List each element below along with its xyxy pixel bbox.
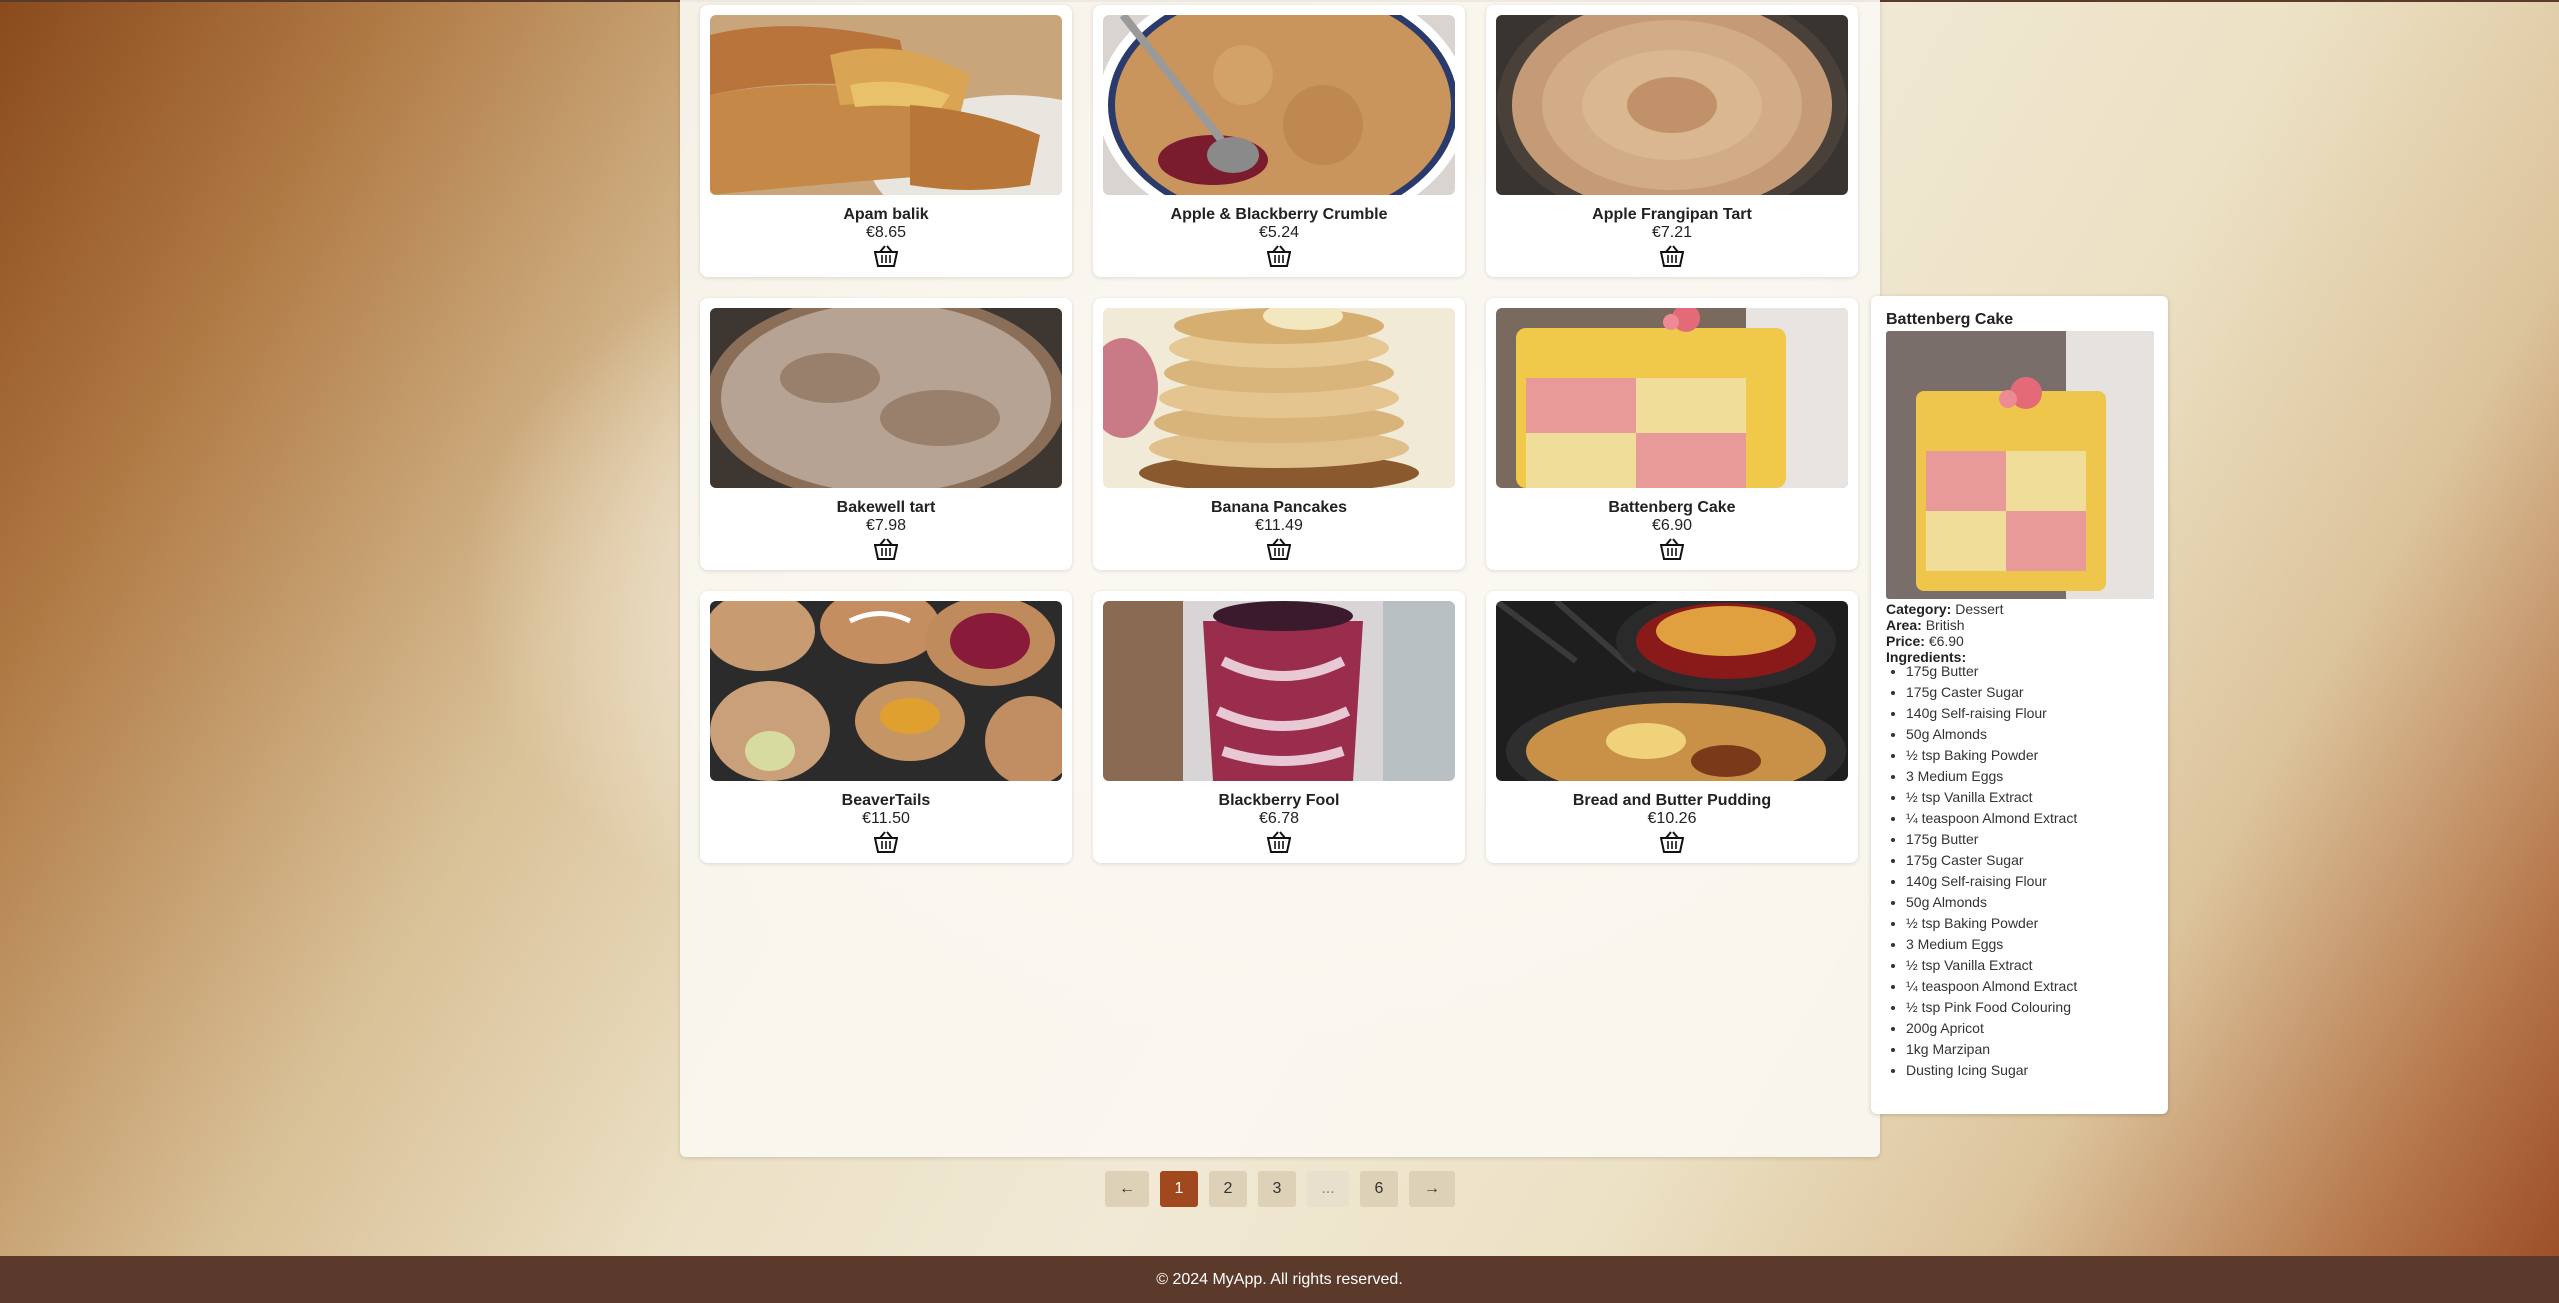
product-price: €6.78 bbox=[1258, 810, 1300, 827]
product-card[interactable]: Bread and Butter Pudding €10.26 bbox=[1486, 591, 1858, 863]
product-image bbox=[710, 15, 1062, 195]
product-card[interactable]: Battenberg Cake €6.90 bbox=[1486, 298, 1858, 570]
product-card[interactable]: Apple Frangipan Tart €7.21 bbox=[1486, 5, 1858, 277]
product-name[interactable]: Apple Frangipan Tart bbox=[1486, 206, 1858, 224]
basket-icon[interactable] bbox=[1266, 538, 1292, 560]
product-image bbox=[1103, 15, 1455, 195]
page-button-3[interactable]: 3 bbox=[1258, 1171, 1296, 1207]
product-image bbox=[710, 601, 1062, 781]
product-name[interactable]: Apple & Blackberry Crumble bbox=[1093, 206, 1465, 224]
ingredient-item: ½ tsp Vanilla Extract bbox=[1906, 955, 2077, 976]
basket-icon[interactable] bbox=[1659, 245, 1685, 267]
detail-price: Price: €6.90 bbox=[1886, 633, 1964, 649]
product-price: €11.50 bbox=[862, 810, 910, 827]
ingredient-item: 140g Self-raising Flour bbox=[1906, 871, 2077, 892]
basket-icon[interactable] bbox=[1659, 831, 1685, 853]
product-name[interactable]: BeaverTails bbox=[700, 792, 1072, 810]
basket-icon[interactable] bbox=[1266, 831, 1292, 853]
product-price: €11.49 bbox=[1255, 517, 1303, 534]
detail-image bbox=[1886, 331, 2154, 599]
ingredient-item: 175g Butter bbox=[1906, 829, 2077, 850]
ingredient-item: 175g Caster Sugar bbox=[1906, 682, 2077, 703]
footer-copyright: © 2024 MyApp. All rights reserved. bbox=[1156, 1271, 1403, 1288]
ingredient-item: 1kg Marzipan bbox=[1906, 1039, 2077, 1060]
product-card[interactable]: Bakewell tart €7.98 bbox=[700, 298, 1072, 570]
basket-icon[interactable] bbox=[873, 831, 899, 853]
ingredients-list: 175g Butter 175g Caster Sugar 140g Self-… bbox=[1886, 661, 2077, 1081]
product-card[interactable]: Blackberry Fool €6.78 bbox=[1093, 591, 1465, 863]
ingredient-item: ½ tsp Baking Powder bbox=[1906, 913, 2077, 934]
product-grid-panel: Apam balik €8.65 Apple & Blackberry Crum… bbox=[680, 0, 1880, 1157]
page-button-6[interactable]: 6 bbox=[1360, 1171, 1398, 1207]
page-button-2[interactable]: 2 bbox=[1209, 1171, 1247, 1207]
product-card[interactable]: BeaverTails €11.50 bbox=[700, 591, 1072, 863]
ingredient-item: ½ tsp Pink Food Colouring bbox=[1906, 997, 2077, 1018]
detail-title: Battenberg Cake bbox=[1886, 311, 2014, 328]
basket-icon[interactable] bbox=[873, 245, 899, 267]
product-price: €10.26 bbox=[1647, 810, 1697, 827]
product-image bbox=[710, 308, 1062, 488]
product-name[interactable]: Blackberry Fool bbox=[1093, 792, 1465, 810]
ingredient-item: 50g Almonds bbox=[1906, 892, 2077, 913]
product-name[interactable]: Apam balik bbox=[700, 206, 1072, 224]
detail-category: Category: Dessert bbox=[1886, 601, 2004, 617]
basket-icon[interactable] bbox=[1266, 245, 1292, 267]
ingredient-item: 50g Almonds bbox=[1906, 724, 2077, 745]
product-price: €8.65 bbox=[865, 224, 907, 241]
product-image bbox=[1496, 601, 1848, 781]
detail-area: Area: British bbox=[1886, 617, 1965, 633]
product-image bbox=[1496, 15, 1848, 195]
product-price: €5.24 bbox=[1258, 224, 1300, 241]
page-ellipsis: ... bbox=[1307, 1171, 1349, 1207]
ingredient-item: 3 Medium Eggs bbox=[1906, 766, 2077, 787]
ingredient-item: 175g Caster Sugar bbox=[1906, 850, 2077, 871]
product-card[interactable]: Banana Pancakes €11.49 bbox=[1093, 298, 1465, 570]
page-button-1[interactable]: 1 bbox=[1160, 1171, 1198, 1207]
product-detail-panel: Battenberg Cake Category: Dessert Area: … bbox=[1871, 296, 2168, 1114]
prev-page-button[interactable]: ← bbox=[1105, 1171, 1149, 1207]
ingredient-item: 175g Butter bbox=[1906, 661, 2077, 682]
product-image bbox=[1103, 601, 1455, 781]
ingredient-item: ¼ teaspoon Almond Extract bbox=[1906, 976, 2077, 997]
product-card[interactable]: Apple & Blackberry Crumble €5.24 bbox=[1093, 5, 1465, 277]
product-image bbox=[1496, 308, 1848, 488]
product-price: €7.98 bbox=[865, 517, 907, 534]
ingredient-item: 140g Self-raising Flour bbox=[1906, 703, 2077, 724]
ingredient-item: ½ tsp Vanilla Extract bbox=[1906, 787, 2077, 808]
product-name[interactable]: Bread and Butter Pudding bbox=[1486, 792, 1858, 810]
ingredient-item: Dusting Icing Sugar bbox=[1906, 1060, 2077, 1081]
product-name[interactable]: Bakewell tart bbox=[700, 499, 1072, 517]
footer: © 2024 MyApp. All rights reserved. bbox=[0, 1256, 2559, 1303]
ingredient-item: ½ tsp Baking Powder bbox=[1906, 745, 2077, 766]
product-image bbox=[1103, 308, 1455, 488]
next-page-button[interactable]: → bbox=[1409, 1171, 1455, 1207]
product-price: €6.90 bbox=[1651, 517, 1693, 534]
product-name[interactable]: Banana Pancakes bbox=[1093, 499, 1465, 517]
product-price: €7.21 bbox=[1651, 224, 1693, 241]
basket-icon[interactable] bbox=[1659, 538, 1685, 560]
product-name[interactable]: Battenberg Cake bbox=[1486, 499, 1858, 517]
ingredient-item: ¼ teaspoon Almond Extract bbox=[1906, 808, 2077, 829]
ingredient-item: 3 Medium Eggs bbox=[1906, 934, 2077, 955]
detail-meta: Category: Dessert Area: British Price: €… bbox=[1886, 601, 2003, 665]
basket-icon[interactable] bbox=[873, 538, 899, 560]
ingredient-item: 200g Apricot bbox=[1906, 1018, 2077, 1039]
product-card[interactable]: Apam balik €8.65 bbox=[700, 5, 1072, 277]
